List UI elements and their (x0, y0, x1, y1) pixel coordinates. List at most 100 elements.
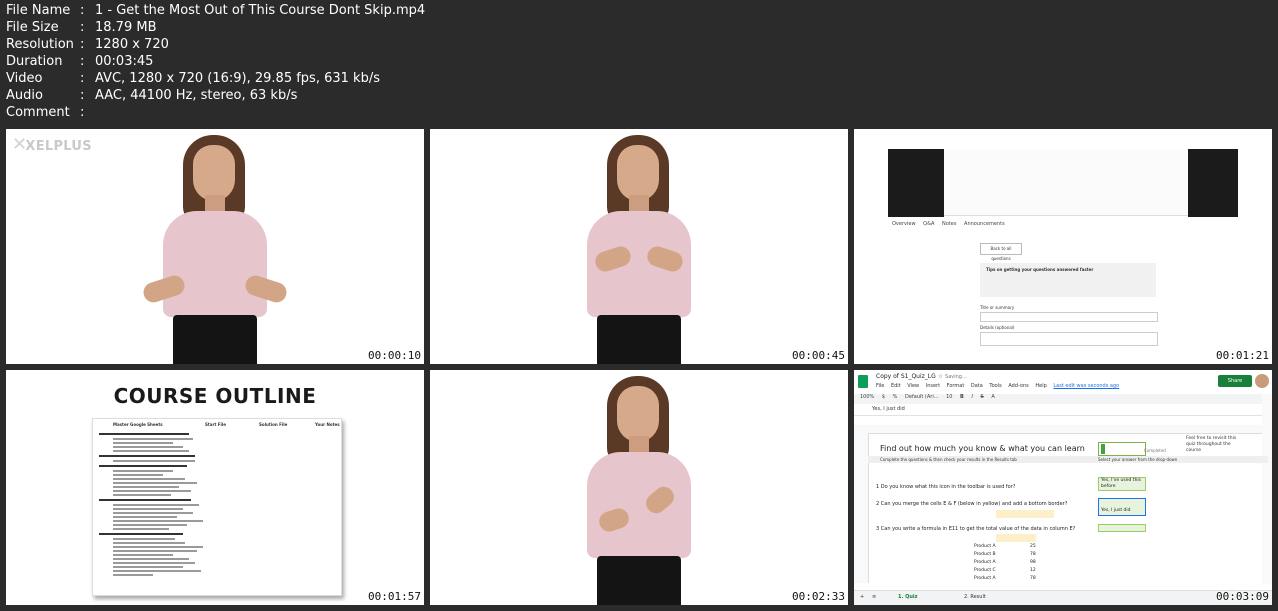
answer-1-dropdown[interactable]: Yes, I've used this before (1098, 477, 1146, 491)
presenter-image (559, 129, 719, 364)
product-name: Product A (974, 560, 996, 565)
meta-value: 1 - Get the Most Out of This Course Dont… (95, 3, 426, 18)
meta-value: AVC, 1280 x 720 (16:9), 29.85 fps, 631 k… (95, 71, 380, 86)
meta-separator: : (80, 54, 85, 69)
sheets-logo-icon (858, 375, 868, 388)
meta-key: Comment (6, 105, 70, 120)
meta-separator: : (80, 88, 85, 103)
answer-3-dropdown[interactable] (1098, 524, 1146, 532)
video-frame-dark-right (1188, 149, 1238, 217)
file-info-panel: File Name:1 - Get the Most Out of This C… (6, 2, 425, 121)
col-header: Solution File (259, 422, 288, 427)
title-input[interactable] (980, 312, 1158, 322)
side-panel (1262, 394, 1272, 584)
meta-key: Duration (6, 54, 63, 69)
meta-row-file-size: File Size:18.79 MB (6, 19, 425, 36)
column-headers (854, 425, 1272, 434)
italic-icon[interactable]: I (971, 394, 972, 400)
share-button[interactable]: Share (1218, 375, 1252, 387)
thumbnail-2[interactable]: 00:00:45 (430, 129, 848, 364)
menu-bar: File Edit View Insert Format Data Tools … (876, 383, 1124, 389)
product-value: 12 (1030, 568, 1036, 573)
tab-result[interactable]: 2. Result (964, 594, 986, 600)
meta-value: 1280 x 720 (95, 37, 169, 52)
sheets-toolbar: 100% $ % Default (Ari... 10 B I S A (854, 394, 1272, 404)
course-outline-title: COURSE OUTLINE (113, 384, 317, 408)
timestamp: 00:02:33 (792, 590, 845, 603)
answer-2-dropdown[interactable]: Yes, I just did (1098, 498, 1146, 516)
thumbnail-6[interactable]: Copy of S1_Quiz_LG ☆ Saving... File Edit… (854, 370, 1272, 605)
currency-icon[interactable]: $ (882, 394, 885, 400)
xelplus-logo: ✕XELPLUS (12, 134, 92, 155)
quiz-heading: Find out how much you know & what you ca… (880, 444, 1085, 453)
details-editor[interactable] (980, 332, 1158, 346)
tab-notes[interactable]: Notes (942, 221, 956, 227)
thumbnail-4[interactable]: COURSE OUTLINE Master Google Sheets Star… (6, 370, 424, 605)
timestamp: 00:03:09 (1216, 590, 1269, 603)
meta-value: 00:03:45 (95, 54, 154, 69)
doc-title[interactable]: Copy of S1_Quiz_LG ☆ Saving... (876, 373, 967, 380)
meta-separator: : (80, 71, 85, 86)
meta-separator: : (80, 105, 85, 120)
meta-row-file-name: File Name:1 - Get the Most Out of This C… (6, 2, 425, 19)
question-3: 3 Can you write a formula in E11 to get … (876, 526, 1076, 532)
thumbnail-5[interactable]: 00:02:33 (430, 370, 848, 605)
menu-help[interactable]: Help (1035, 383, 1046, 389)
add-sheet-icon[interactable]: + (860, 594, 864, 600)
product-name: Product C (974, 568, 996, 573)
all-sheets-icon[interactable]: ≡ (872, 594, 876, 600)
menu-data[interactable]: Data (971, 383, 983, 389)
merge-target-cells[interactable] (996, 510, 1054, 518)
menu-view[interactable]: View (907, 383, 919, 389)
meta-row-audio: Audio: AAC, 44100 Hz, stereo, 63 kb/s (6, 87, 425, 104)
thumbnail-1[interactable]: ✕XELPLUS 00:00:10 (6, 129, 424, 364)
strikethrough-icon[interactable]: S (981, 394, 984, 400)
video-frame-dark-left (888, 149, 944, 217)
meta-value: AAC, 44100 Hz, stereo, 63 kb/s (95, 88, 298, 103)
menu-file[interactable]: File (876, 383, 884, 389)
sheet-tabs: + ≡ 1. Quiz 2. Result (854, 590, 1272, 605)
tips-title: Tips on getting your questions answered … (986, 267, 1094, 272)
tab-announcements[interactable]: Announcements (964, 221, 1005, 227)
meta-key: Resolution (6, 37, 74, 52)
meta-separator: : (80, 37, 85, 52)
bold-icon[interactable]: B (960, 394, 964, 400)
menu-format[interactable]: Format (947, 383, 965, 389)
font-size-select[interactable]: 10 (946, 394, 952, 400)
zoom-select[interactable]: 100% (860, 394, 874, 400)
presenter-image (135, 129, 295, 364)
tab-quiz[interactable]: 1. Quiz (898, 594, 918, 600)
tips-box: Tips on getting your questions answered … (980, 263, 1156, 297)
font-select[interactable]: Default (Ari... (905, 394, 938, 400)
menu-tools[interactable]: Tools (989, 383, 1001, 389)
text-color-icon[interactable]: A (991, 394, 994, 400)
menu-edit[interactable]: Edit (891, 383, 901, 389)
col-header: Your Notes (315, 422, 340, 427)
timestamp: 00:01:21 (1216, 349, 1269, 362)
last-edit-link[interactable]: Last edit was seconds ago (1053, 383, 1119, 389)
formula-target-cell[interactable] (996, 534, 1036, 542)
thumbnail-3[interactable]: Overview Q&A Notes Announcements Back to… (854, 129, 1272, 364)
meta-key: File Size (6, 20, 59, 35)
meta-separator: : (80, 20, 85, 35)
meta-row-duration: Duration:00:03:45 (6, 53, 425, 70)
meta-key: Video (6, 71, 43, 86)
back-to-questions-button[interactable]: Back to all questions (980, 243, 1022, 261)
embedded-sheet-preview (944, 149, 1190, 216)
tab-qa[interactable]: Q&A (923, 221, 934, 227)
formula-bar[interactable]: Yes, I just did (854, 406, 1272, 416)
avatar[interactable] (1255, 374, 1269, 388)
meta-row-resolution: Resolution:1280 x 720 (6, 36, 425, 53)
product-value: 25 (1030, 544, 1036, 549)
progress-cell (1098, 442, 1146, 456)
col-header: Start File (205, 422, 226, 427)
tab-overview[interactable]: Overview (892, 221, 916, 227)
instructions-row: Complete the questions & then check your… (868, 456, 1268, 463)
revisit-note: Feel free to revisit this quiz throughou… (1186, 436, 1237, 453)
menu-insert[interactable]: Insert (926, 383, 940, 389)
col-header: Master Google Sheets (113, 422, 163, 427)
menu-addons[interactable]: Add-ons (1008, 383, 1028, 389)
product-name: Product B (974, 552, 996, 557)
udemy-tabs: Overview Q&A Notes Announcements (892, 221, 1011, 227)
percent-icon[interactable]: % (893, 394, 898, 400)
